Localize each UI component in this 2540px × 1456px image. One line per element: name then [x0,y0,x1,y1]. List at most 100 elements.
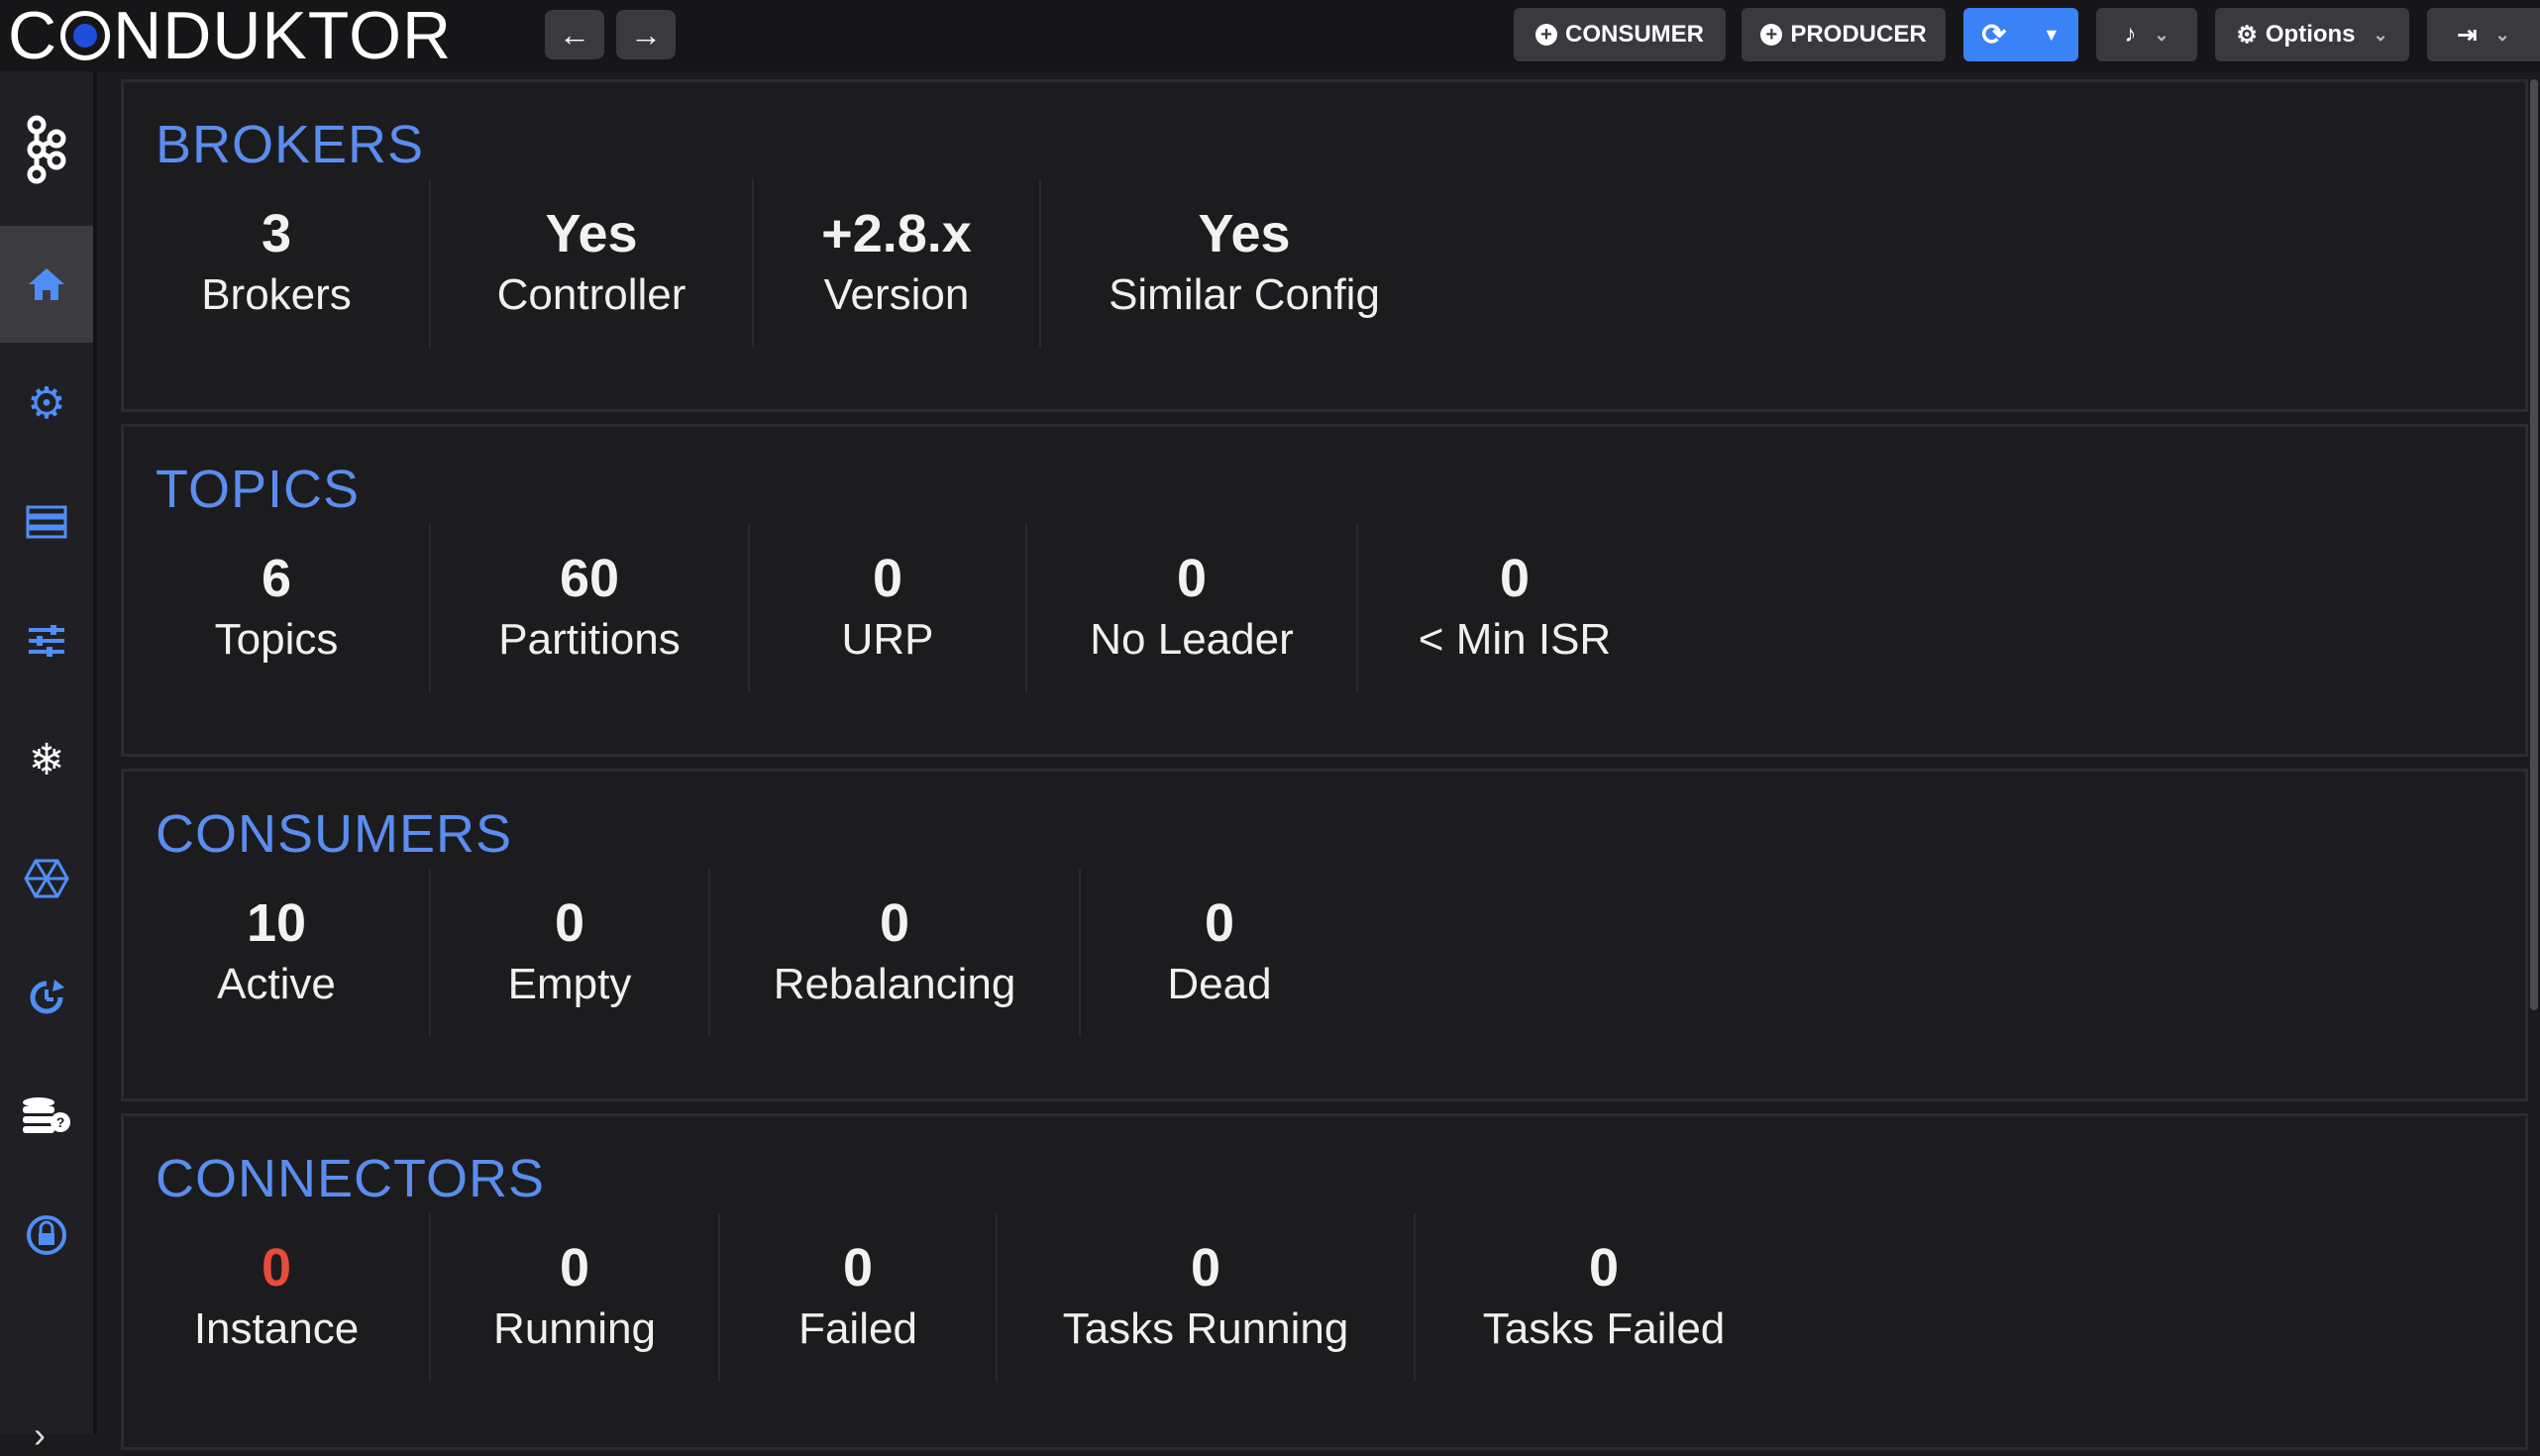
stat-min-isr[interactable]: 0 < Min ISR [1358,524,1671,692]
stat-similar-config[interactable]: Yes Similar Config [1041,179,1447,348]
topics-stats: 6 Topics 60 Partitions 0 URP 0 No Leader… [124,524,1671,692]
sidebar-expand-icon[interactable]: › [34,1414,46,1456]
stat-partitions[interactable]: 60 Partitions [431,524,750,692]
consumers-stats: 10 Active 0 Empty 0 Rebalancing 0 Dead [124,869,1358,1037]
database-help-icon: ? [23,1097,70,1133]
stat-dead[interactable]: 0 Dead [1081,869,1358,1037]
arrow-left-icon: ← [559,16,590,52]
stat-label: Controller [496,270,687,319]
sidebar-item-home[interactable] [0,226,93,343]
stat-value: 0 [1176,549,1208,608]
options-label: Options [2265,21,2356,48]
stat-label: Dead [1167,960,1272,1008]
stat-value: 10 [246,893,307,953]
consumer-button[interactable]: + CONSUMER [1514,8,1726,61]
gears-icon: ⚙ [27,378,66,428]
sidebar-item-brokers[interactable]: ⚙ [0,345,93,462]
stat-value: Yes [1198,204,1291,263]
brokers-title: BROKERS [156,115,425,174]
stat-label: Tasks Running [1062,1304,1349,1353]
options-button[interactable]: ⚙ Options ⌄ [2215,8,2409,61]
sidebar: ⚙ ❄ ? › [0,71,97,1455]
stat-empty[interactable]: 0 Empty [431,869,710,1037]
stat-value: 0 [559,1238,590,1298]
stat-value: Yes [545,204,638,263]
stat-label: Failed [798,1304,917,1353]
stat-value: 0 [1588,1238,1620,1298]
stat-controller[interactable]: Yes Controller [431,179,754,348]
consumer-button-label: CONSUMER [1564,21,1704,48]
stat-running[interactable]: 0 Running [431,1213,720,1382]
gear-icon: ⚙ [2236,21,2258,49]
lock-icon [27,1215,66,1255]
sidebar-item-security[interactable] [0,1177,93,1294]
sidebar-item-connect[interactable] [0,820,93,937]
caret-down-icon[interactable]: ▼ [2043,25,2061,46]
refresh-button-group[interactable]: ⟳ ▼ [1963,8,2078,61]
stat-value: 6 [261,549,292,608]
sliders-icon [29,625,64,657]
stat-brokers[interactable]: 3 Brokers [124,179,431,348]
chevron-down-icon: ⌄ [2373,24,2388,45]
stat-value: 0 [1204,893,1235,953]
stat-instance[interactable]: 0 Instance [124,1213,431,1382]
bell-icon: ♪ [2124,21,2137,48]
server-list-icon [26,505,67,539]
chevron-down-icon: ⌄ [2494,24,2510,45]
brokers-panel: BROKERS 3 Brokers Yes Controller +2.8.x … [121,79,2528,412]
stat-label: Version [823,270,970,319]
stat-version[interactable]: +2.8.x Version [754,179,1041,348]
snowflake-help-icon: ❄ [28,735,65,784]
sidebar-item-schema-registry[interactable]: ❄ [0,701,93,818]
topics-panel: TOPICS 6 Topics 60 Partitions 0 URP 0 No… [121,424,2528,757]
connectors-stats: 0 Instance 0 Running 0 Failed 0 Tasks Ru… [124,1213,1792,1382]
plus-circle-icon: + [1760,24,1783,46]
stat-label: No Leader [1090,615,1294,664]
sidebar-item-database[interactable]: ? [0,1058,93,1175]
connectors-title: CONNECTORS [156,1149,546,1208]
history-icon [30,980,64,1014]
conduktor-logo[interactable]: C NDUKTOR [8,0,452,73]
stat-active[interactable]: 10 Active [124,869,431,1037]
stat-label: Tasks Failed [1482,1304,1726,1353]
sidebar-item-topics[interactable] [0,464,93,580]
stat-no-leader[interactable]: 0 No Leader [1027,524,1358,692]
stat-topics[interactable]: 6 Topics [124,524,431,692]
stat-label: Active [217,960,336,1008]
stat-label: URP [841,615,934,664]
stat-urp[interactable]: 0 URP [750,524,1027,692]
consumers-panel: CONSUMERS 10 Active 0 Empty 0 Rebalancin… [121,769,2528,1101]
stat-rebalancing[interactable]: 0 Rebalancing [710,869,1081,1037]
svg-text:?: ? [56,1114,65,1130]
stat-value: 0 [872,549,903,608]
stat-label: Empty [507,960,632,1008]
connectors-panel: CONNECTORS 0 Instance 0 Running 0 Failed… [121,1113,2528,1450]
stat-tasks-failed[interactable]: 0 Tasks Failed [1416,1213,1792,1382]
sidebar-item-cluster[interactable] [0,91,93,208]
top-bar: C NDUKTOR ← → + CONSUMER + PRODUCER ⟳ ▼ ♪… [0,0,2540,73]
stat-label: < Min ISR [1418,615,1612,664]
producer-button-label: PRODUCER [1790,21,1927,48]
back-button[interactable]: ← [545,10,604,59]
refresh-icon[interactable]: ⟳ [1981,18,2006,52]
stat-label: Similar Config [1109,270,1380,319]
stat-label: Rebalancing [773,960,1016,1008]
forward-button[interactable]: → [616,10,676,59]
stat-value: 0 [879,893,910,953]
stat-label: Brokers [201,270,352,319]
stat-value: 0 [554,893,585,953]
stat-value: 0 [842,1238,874,1298]
logout-icon: ⇥ [2457,21,2478,49]
stat-tasks-running[interactable]: 0 Tasks Running [998,1213,1416,1382]
stat-failed[interactable]: 0 Failed [720,1213,998,1382]
producer-button[interactable]: + PRODUCER [1742,8,1946,61]
stat-value: 0 [261,1238,292,1298]
brokers-stats: 3 Brokers Yes Controller +2.8.x Version … [124,179,1447,348]
notifications-button[interactable]: ♪ ⌄ [2096,8,2197,61]
stat-value: 0 [1499,549,1531,608]
vertical-scrollbar[interactable] [2530,79,2538,1010]
stat-label: Running [493,1304,656,1353]
sidebar-item-history[interactable] [0,939,93,1056]
logout-button[interactable]: ⇥ ⌄ [2427,8,2540,61]
sidebar-item-settings[interactable] [0,582,93,699]
